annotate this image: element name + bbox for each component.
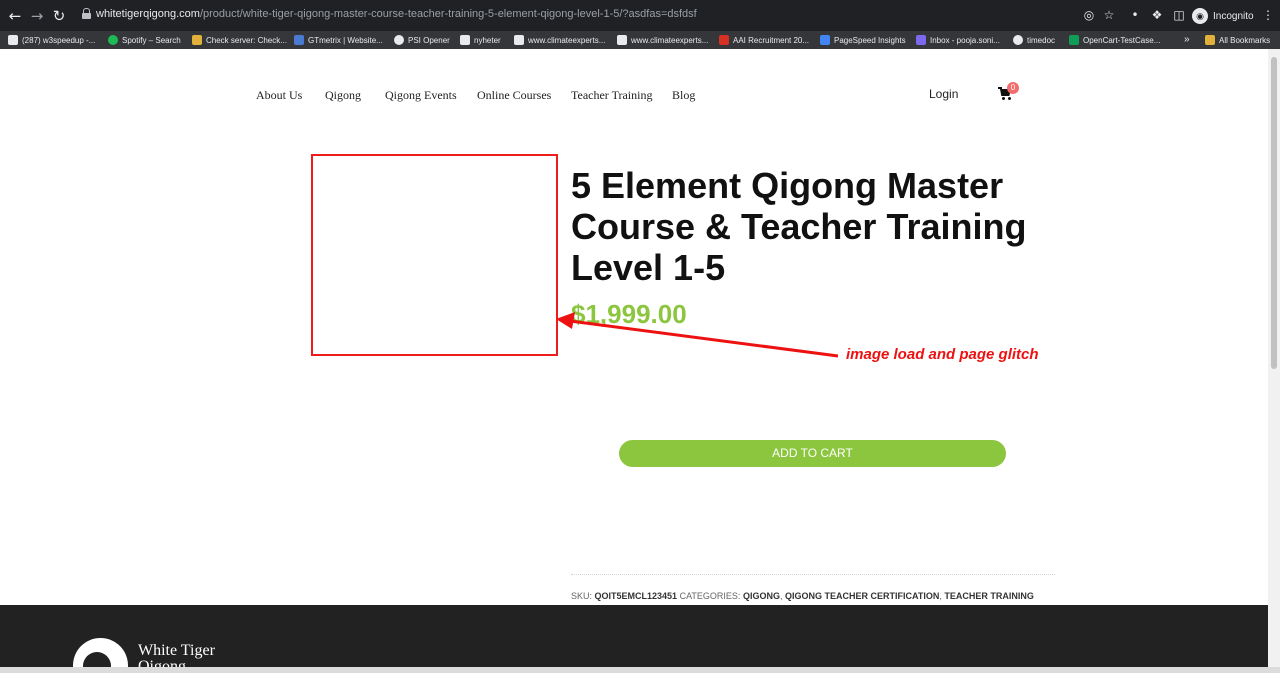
all-bookmarks-label: All Bookmarks: [1219, 35, 1271, 45]
product-meta: SKU: QOIT5EMCL123451 CATEGORIES: QIGONG,…: [571, 591, 1034, 601]
login-link[interactable]: Login: [929, 87, 958, 101]
bookmark-favicon-icon: [460, 35, 470, 45]
incognito-indicator[interactable]: ◉ Incognito: [1192, 6, 1254, 26]
bookmark-favicon-icon: [1069, 35, 1079, 45]
bookmark-favicon-icon: [294, 35, 304, 45]
sku-value: QOIT5EMCL123451: [594, 591, 678, 601]
nav-online-courses[interactable]: Online Courses: [477, 88, 551, 103]
bookmark-item[interactable]: Check server: Check...: [192, 33, 287, 47]
product-price: $1,999.00: [571, 299, 687, 329]
bookmark-label: www.climateexperts...: [631, 35, 709, 45]
footer-brand[interactable]: White Tiger Qigong: [138, 642, 215, 668]
back-arrow-icon[interactable]: ←: [6, 7, 24, 25]
white-tiger-logo-icon[interactable]: [73, 638, 128, 667]
page-viewport: About Us Qigong Qigong Events Online Cou…: [0, 49, 1268, 667]
bookmark-favicon-icon: [1013, 35, 1023, 45]
url-path: /product/white-tiger-qigong-master-cours…: [199, 8, 697, 20]
category-link-teacher-training[interactable]: TEACHER TRAINING: [944, 591, 1034, 601]
nav-qigong[interactable]: Qigong: [325, 88, 361, 103]
bookmark-label: PSI Opener: [408, 35, 450, 45]
bookmark-item[interactable]: timedoc: [1013, 33, 1055, 47]
product-title: 5 Element Qigong Master Course & Teacher…: [571, 165, 1027, 288]
bookmark-favicon-icon: [514, 35, 524, 45]
bookmark-label: PageSpeed Insights: [834, 35, 906, 45]
bookmark-item[interactable]: Spotify – Search: [108, 33, 181, 47]
bookmark-item[interactable]: www.climateexperts...: [617, 33, 708, 47]
extension-pin-icon[interactable]: •: [1128, 8, 1142, 22]
bookmark-label: Spotify – Search: [122, 35, 181, 45]
url-text[interactable]: whitetigerqigong.com/product/white-tiger…: [96, 8, 697, 20]
bookmark-favicon-icon: [8, 35, 18, 45]
nav-teacher-training[interactable]: Teacher Training: [571, 88, 652, 103]
bookmark-favicon-icon: [108, 35, 118, 45]
bookmark-favicon-icon: [916, 35, 926, 45]
product-image-placeholder[interactable]: [311, 154, 558, 356]
incognito-label: Incognito: [1213, 10, 1254, 22]
url-host: whitetigerqigong.com: [96, 8, 200, 20]
eye-off-icon[interactable]: ◎: [1082, 8, 1096, 22]
bookmark-favicon-icon: [394, 35, 404, 45]
bookmark-item[interactable]: nyheter: [460, 33, 501, 47]
bookmark-favicon-icon: [719, 35, 729, 45]
category-link-qigong[interactable]: QIGONG: [743, 591, 780, 601]
folder-icon: [1205, 35, 1215, 45]
bookmark-item[interactable]: Inbox - pooja.soni...: [916, 33, 1000, 47]
bookmark-label: AAI Recruitment 20...: [733, 35, 810, 45]
bookmark-favicon-icon: [192, 35, 202, 45]
star-icon[interactable]: ☆: [1102, 8, 1116, 22]
incognito-icon: ◉: [1192, 8, 1208, 24]
bookmark-label: timedoc: [1027, 35, 1056, 45]
nav-about-us[interactable]: About Us: [256, 88, 302, 103]
puzzle-icon[interactable]: ❖: [1150, 8, 1164, 22]
scrollbar-thumb[interactable]: [1271, 57, 1277, 369]
site-footer: White Tiger Qigong: [0, 605, 1268, 667]
divider: [571, 574, 1055, 575]
bookmarks-bar: (287) w3speedup -... Spotify – Search Ch…: [0, 31, 1280, 49]
bookmark-label: www.climateexperts...: [528, 35, 606, 45]
bookmark-favicon-icon: [617, 35, 627, 45]
bookmark-item[interactable]: PSI Opener: [394, 33, 450, 47]
bookmark-item[interactable]: www.climateexperts...: [514, 33, 605, 47]
all-bookmarks[interactable]: All Bookmarks: [1205, 33, 1270, 47]
bookmark-label: nyheter: [474, 35, 501, 45]
nav-blog[interactable]: Blog: [672, 88, 695, 103]
bookmark-item[interactable]: AAI Recruitment 20...: [719, 33, 809, 47]
bookmark-item[interactable]: OpenCart-TestCase...: [1069, 33, 1160, 47]
footer-brand-line2: Qigong: [138, 658, 186, 668]
cart-icon-wheel: [1008, 97, 1011, 100]
bottom-bar: [0, 667, 1280, 673]
bookmark-item[interactable]: PageSpeed Insights: [820, 33, 906, 47]
bookmark-item[interactable]: GTmetrix | Website...: [294, 33, 383, 47]
bookmark-label: GTmetrix | Website...: [308, 35, 383, 45]
annotation-text: image load and page glitch: [846, 346, 1039, 363]
cart-icon: [998, 87, 1002, 89]
reload-icon[interactable]: ↻: [50, 7, 68, 25]
vertical-scrollbar[interactable]: [1268, 49, 1280, 667]
forward-arrow-icon[interactable]: →: [28, 7, 46, 25]
lock-icon: [82, 8, 91, 19]
menu-dots-icon[interactable]: ⋮: [1262, 8, 1274, 22]
bookmark-label: Check server: Check...: [206, 35, 287, 45]
bookmark-label: Inbox - pooja.soni...: [930, 35, 1000, 45]
bookmark-favicon-icon: [820, 35, 830, 45]
site-navigation: About Us Qigong Qigong Events Online Cou…: [0, 88, 1268, 102]
browser-toolbar: ← → ↻ whitetigerqigong.com/product/white…: [0, 0, 1280, 31]
sku-label: SKU:: [571, 591, 593, 601]
category-link-qigong-teacher-certification[interactable]: QIGONG TEACHER CERTIFICATION: [785, 591, 939, 601]
categories-label: CATEGORIES:: [679, 591, 741, 601]
bookmark-item[interactable]: (287) w3speedup -...: [8, 33, 95, 47]
add-to-cart-button[interactable]: ADD TO CART: [619, 440, 1006, 467]
side-panel-icon[interactable]: ◫: [1172, 8, 1186, 22]
cart-button[interactable]: 0: [998, 82, 1019, 103]
address-bar[interactable]: whitetigerqigong.com/product/white-tiger…: [72, 4, 1072, 27]
bookmarks-overflow-icon[interactable]: »: [1184, 34, 1190, 45]
cart-count-badge: 0: [1007, 82, 1019, 94]
footer-brand-line1: White Tiger: [138, 642, 215, 659]
cart-icon-wheel: [1002, 97, 1005, 100]
bookmark-label: (287) w3speedup -...: [22, 35, 96, 45]
bookmark-label: OpenCart-TestCase...: [1083, 35, 1161, 45]
nav-qigong-events[interactable]: Qigong Events: [385, 88, 457, 103]
